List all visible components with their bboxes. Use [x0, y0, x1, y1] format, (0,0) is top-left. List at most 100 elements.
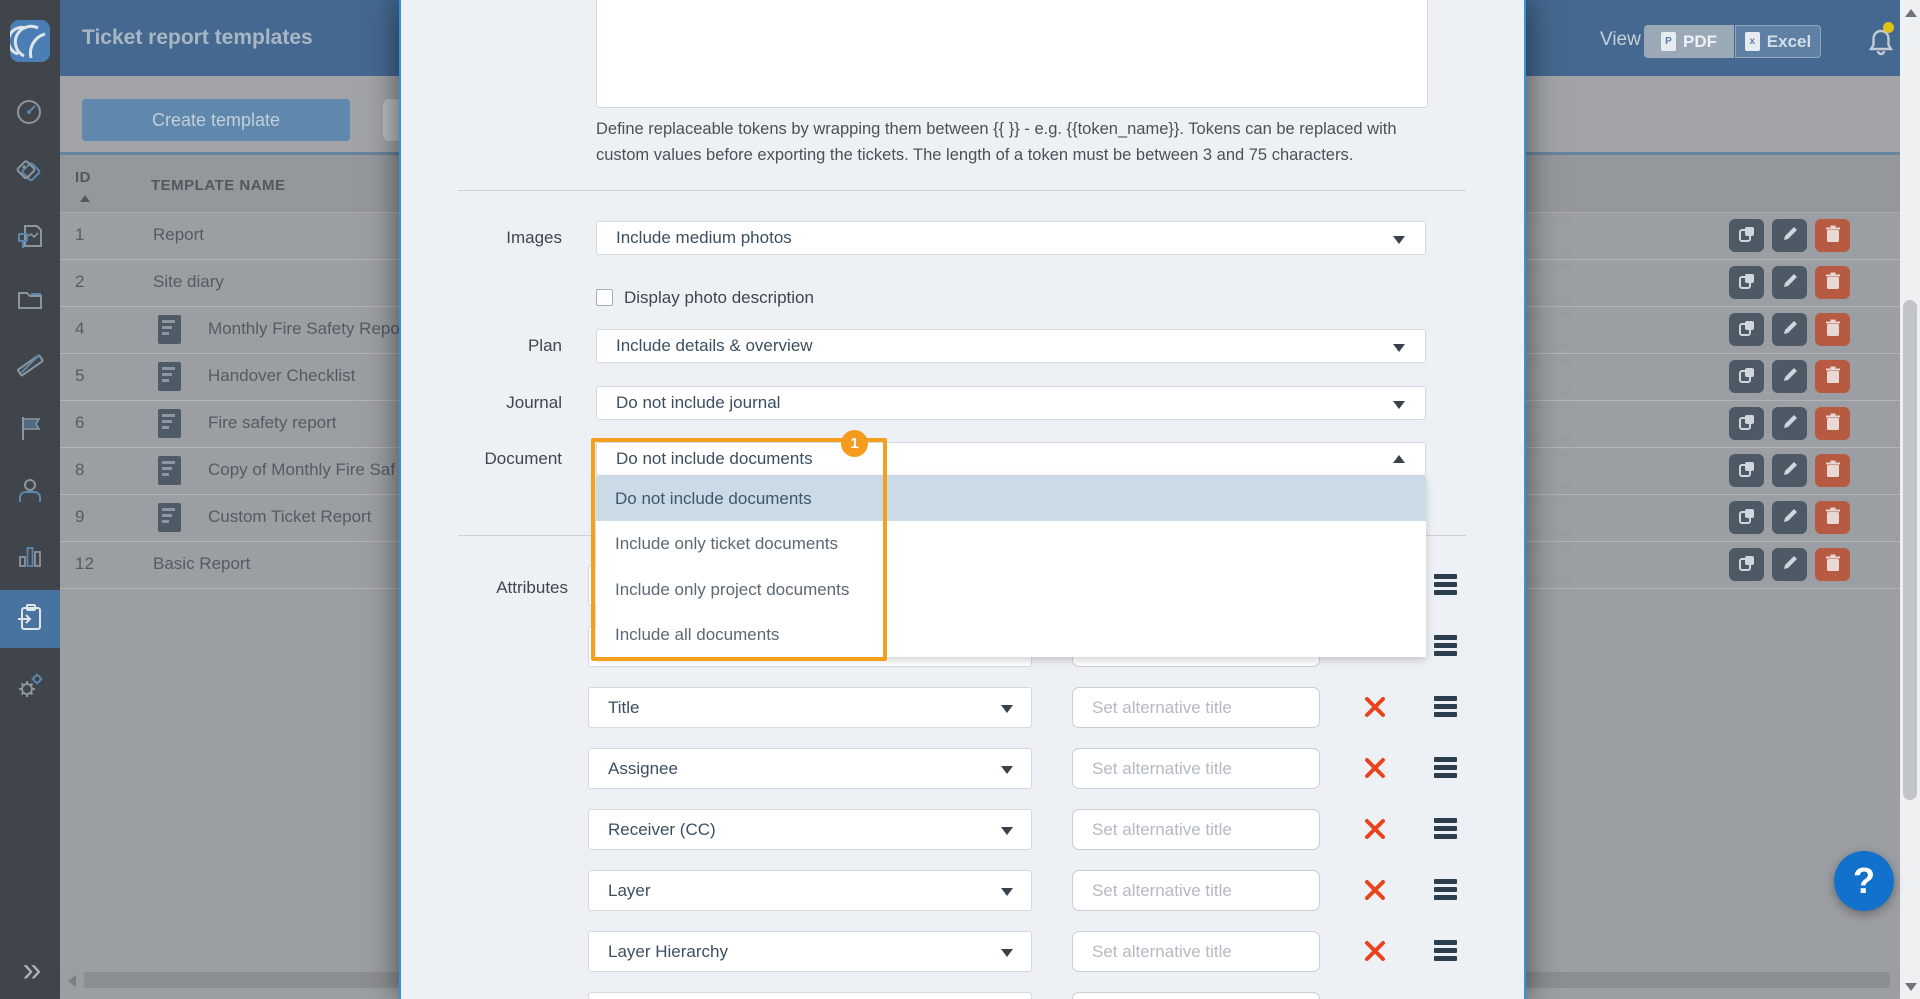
drag-handle-icon[interactable]: [1434, 939, 1457, 965]
attribute-select[interactable]: Title: [588, 687, 1032, 728]
duplicate-template-button[interactable]: [1729, 360, 1764, 393]
alternative-title-input[interactable]: [1072, 687, 1320, 728]
duplicate-template-button[interactable]: [1729, 454, 1764, 487]
row-id: 1: [75, 225, 84, 245]
sidebar-item-tags[interactable]: [0, 146, 60, 204]
duplicate-template-button[interactable]: [1729, 548, 1764, 581]
flag-icon: [15, 413, 45, 448]
app-logo[interactable]: [10, 20, 50, 62]
sidebar-expand-chevrons-icon[interactable]: »: [0, 950, 60, 994]
attribute-select[interactable]: Receiver (CC): [588, 809, 1032, 850]
edit-template-button[interactable]: [1772, 548, 1807, 581]
sidebar-item-dashboard[interactable]: [0, 85, 60, 143]
remove-attribute-button[interactable]: [1363, 696, 1387, 720]
drag-handle-icon[interactable]: [1434, 817, 1457, 843]
drag-handle-icon[interactable]: [1434, 756, 1457, 782]
delete-template-button[interactable]: [1815, 454, 1850, 487]
column-header-id[interactable]: ID: [75, 169, 91, 186]
column-header-template-name[interactable]: TEMPLATE NAME: [151, 177, 286, 194]
view-pdf-button[interactable]: P PDF: [1644, 25, 1734, 58]
attribute-select-value: Layer: [608, 881, 651, 900]
remove-attribute-button[interactable]: [1363, 940, 1387, 964]
attribute-select-value: Assignee: [608, 759, 678, 778]
delete-template-button[interactable]: [1815, 501, 1850, 534]
duplicate-template-button[interactable]: [1729, 313, 1764, 346]
attribute-select[interactable]: Layer Hierarchy: [588, 931, 1032, 972]
delete-template-button[interactable]: [1815, 266, 1850, 299]
alternative-title-input[interactable]: [1072, 931, 1320, 972]
delete-template-button[interactable]: [1815, 219, 1850, 252]
sidebar-item-settings[interactable]: [0, 659, 60, 717]
vertical-scrollbar-thumb[interactable]: [1903, 300, 1917, 800]
vertical-scrollbar[interactable]: [1900, 0, 1920, 999]
drag-handle-icon[interactable]: [1434, 634, 1457, 660]
edit-template-button[interactable]: [1772, 266, 1807, 299]
pencil-icon: [1781, 225, 1799, 246]
alternative-title-input[interactable]: [1072, 992, 1320, 999]
delete-template-button[interactable]: [1815, 407, 1850, 440]
document-option[interactable]: Do not include documents: [596, 476, 1426, 521]
help-button[interactable]: ?: [1834, 851, 1894, 911]
attribute-select[interactable]: [588, 992, 1032, 999]
attribute-row: Layer: [401, 870, 1524, 911]
field-label-images: Images: [412, 228, 562, 248]
journal-select[interactable]: Do not include journal: [596, 386, 1426, 420]
remove-attribute-button[interactable]: [1363, 818, 1387, 842]
delete-template-button[interactable]: [1815, 548, 1850, 581]
document-option[interactable]: Include only project documents: [596, 567, 1426, 612]
sidebar-item-statistics[interactable]: [0, 528, 60, 586]
images-select[interactable]: Include medium photos: [596, 221, 1426, 255]
plan-select[interactable]: Include details & overview: [596, 329, 1426, 363]
duplicate-template-button[interactable]: [1729, 219, 1764, 252]
trash-icon: [1825, 272, 1841, 293]
alternative-title-input[interactable]: [1072, 809, 1320, 850]
view-excel-button[interactable]: x Excel: [1735, 25, 1821, 58]
drag-handle-icon[interactable]: [1434, 573, 1457, 599]
drag-handle-icon[interactable]: [1434, 878, 1457, 904]
create-template-button[interactable]: Create template: [82, 99, 350, 141]
attribute-row: Layer Hierarchy: [401, 931, 1524, 972]
attribute-row: [401, 992, 1524, 999]
edit-template-button[interactable]: [1772, 313, 1807, 346]
field-label-document: Document: [412, 449, 562, 469]
scroll-left-arrow[interactable]: [68, 975, 76, 987]
display-photo-description-checkbox[interactable]: [596, 289, 613, 306]
remove-attribute-button[interactable]: [1363, 757, 1387, 781]
journal-select-value: Do not include journal: [616, 393, 780, 412]
document-option[interactable]: Include all documents: [596, 612, 1426, 657]
sidebar-item-projects[interactable]: [0, 273, 60, 331]
delete-template-button[interactable]: [1815, 313, 1850, 346]
attribute-select[interactable]: Layer: [588, 870, 1032, 911]
folder-icon: [15, 285, 45, 320]
report-template-modal: Define replaceable tokens by wrapping th…: [399, 0, 1526, 999]
document-option[interactable]: Include only ticket documents: [596, 521, 1426, 566]
duplicate-template-button[interactable]: [1729, 266, 1764, 299]
document-select[interactable]: Do not include documents: [596, 442, 1426, 476]
x-icon: [1364, 767, 1386, 782]
scroll-up-arrow[interactable]: [1905, 9, 1917, 17]
sidebar-item-reports[interactable]: [0, 210, 60, 268]
tokens-textarea[interactable]: [596, 0, 1428, 108]
sidebar-item-plans[interactable]: [0, 401, 60, 459]
attribute-select[interactable]: Assignee: [588, 748, 1032, 789]
scroll-down-arrow[interactable]: [1905, 983, 1917, 991]
edit-template-button[interactable]: [1772, 501, 1807, 534]
edit-template-button[interactable]: [1772, 454, 1807, 487]
delete-template-button[interactable]: [1815, 360, 1850, 393]
alternative-title-input[interactable]: [1072, 748, 1320, 789]
sort-ascending-icon[interactable]: [80, 195, 90, 202]
alternative-title-input[interactable]: [1072, 870, 1320, 911]
remove-attribute-button[interactable]: [1363, 879, 1387, 903]
sidebar-item-measurements[interactable]: [0, 337, 60, 395]
sidebar-item-ticket-reports[interactable]: [0, 590, 60, 648]
edit-template-button[interactable]: [1772, 360, 1807, 393]
edit-template-button[interactable]: [1772, 407, 1807, 440]
sidebar-item-users[interactable]: [0, 464, 60, 522]
x-icon: [1364, 706, 1386, 721]
drag-handle-icon[interactable]: [1434, 695, 1457, 721]
edit-template-button[interactable]: [1772, 219, 1807, 252]
duplicate-template-button[interactable]: [1729, 501, 1764, 534]
trash-icon: [1825, 554, 1841, 575]
copy-icon: [1738, 460, 1756, 481]
duplicate-template-button[interactable]: [1729, 407, 1764, 440]
